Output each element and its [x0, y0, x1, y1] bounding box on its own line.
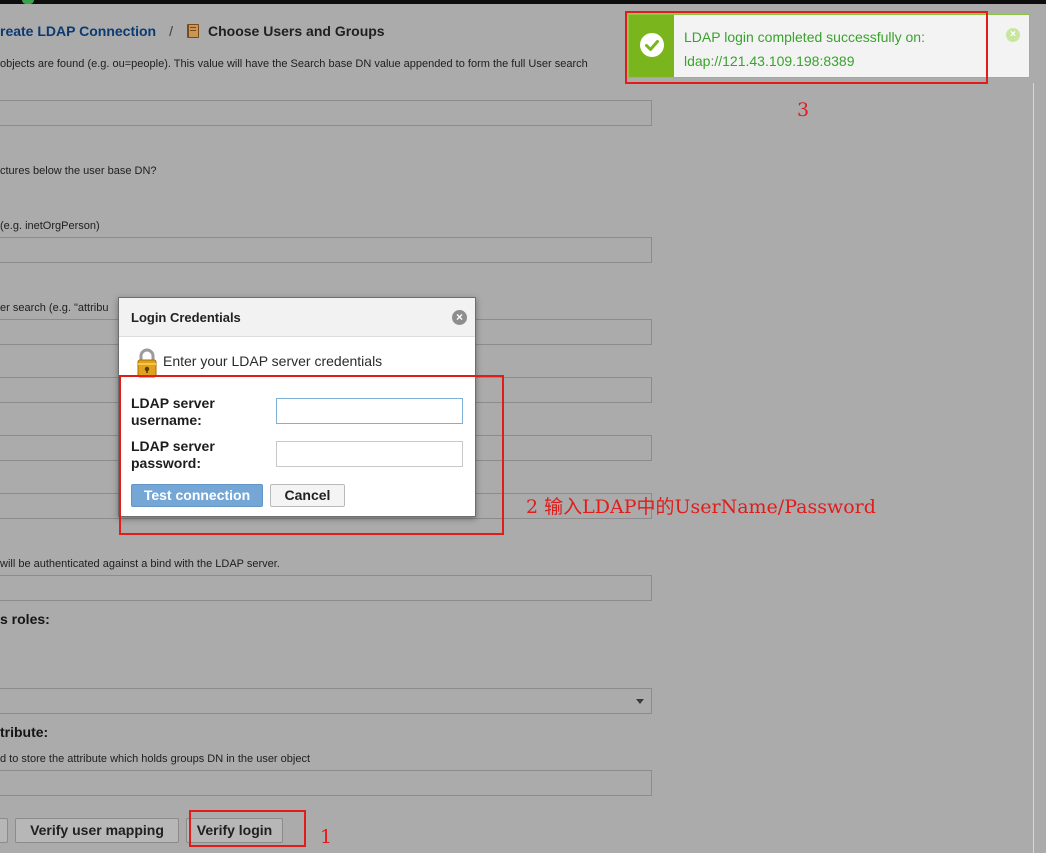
- close-icon[interactable]: ×: [1006, 28, 1020, 42]
- verify-user-mapping-button[interactable]: Verify user mapping: [15, 818, 179, 843]
- previous-button[interactable]: [0, 818, 8, 843]
- annotation-box-1: [189, 810, 306, 847]
- scrollbar-track[interactable]: [1033, 83, 1034, 853]
- object-class-field[interactable]: [0, 237, 652, 263]
- annotation-box-3: [625, 11, 988, 84]
- dialog-subtitle: Enter your LDAP server credentials: [163, 353, 383, 369]
- annotation-step-2: 2 输入LDAP中的UserName/Password: [526, 496, 876, 518]
- annotation-step-1: 1: [320, 826, 333, 848]
- annotation-step-3: 3: [797, 99, 810, 121]
- annotation-box-2: [119, 375, 504, 535]
- top-bar: [0, 0, 1046, 4]
- tab-indicator: [22, 0, 34, 4]
- breadcrumb-separator: /: [169, 23, 173, 39]
- close-icon[interactable]: ×: [452, 310, 467, 325]
- subtree-hint: ctures below the user base DN?: [0, 165, 157, 177]
- breadcrumb-parent-link[interactable]: reate LDAP Connection: [0, 23, 156, 39]
- attribute-label: tribute:: [0, 724, 49, 740]
- object-class-hint: (e.g. inetOrgPerson): [0, 220, 100, 232]
- user-object-hint: objects are found (e.g. ou=people). This…: [0, 58, 588, 70]
- groups-attribute-field[interactable]: [0, 770, 652, 796]
- chevron-down-icon: [636, 699, 644, 704]
- roles-label: s roles:: [0, 611, 50, 627]
- user-search-base-field[interactable]: [0, 100, 652, 126]
- roles-select[interactable]: [0, 688, 652, 714]
- search-filter-hint: er search (e.g. "attribu: [0, 302, 109, 314]
- bind-field[interactable]: [0, 575, 652, 601]
- book-icon: [186, 23, 201, 39]
- dialog-header: Login Credentials ×: [119, 298, 475, 337]
- bind-hint: will be authenticated against a bind wit…: [0, 558, 280, 570]
- breadcrumb: reate LDAP Connection / Choose Users and…: [0, 20, 385, 42]
- groups-hint: d to store the attribute which holds gro…: [0, 753, 311, 765]
- breadcrumb-current: Choose Users and Groups: [208, 23, 385, 39]
- dialog-title: Login Credentials: [131, 310, 241, 325]
- lock-icon: [136, 348, 158, 378]
